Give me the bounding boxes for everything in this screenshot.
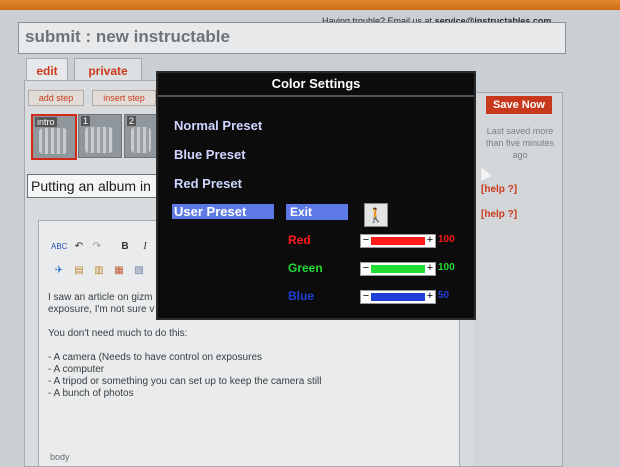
paste-word-icon[interactable]: ▥ — [91, 263, 107, 279]
spellcheck-icon[interactable]: ABC — [51, 239, 67, 255]
step-label: intro — [35, 117, 57, 127]
paste-text-icon[interactable]: ▦ — [111, 263, 127, 279]
editor-line: - A bunch of photos — [48, 388, 134, 399]
site-header-bar — [0, 0, 620, 10]
plus-icon[interactable]: + — [425, 263, 435, 275]
bold-icon[interactable]: B — [117, 239, 133, 255]
editor-line: - A camera (Needs to have control on exp… — [48, 352, 263, 363]
editor-body-label: body — [50, 452, 70, 462]
minus-icon[interactable]: − — [361, 263, 371, 275]
step-thumbnail-intro[interactable]: intro — [31, 114, 77, 160]
slider-fill-blue — [371, 293, 425, 301]
tab-edit[interactable]: edit — [26, 58, 68, 81]
channel-value-red: 100 — [438, 234, 455, 245]
help-link[interactable]: [help ?] — [481, 184, 517, 195]
exit-door-icon[interactable]: 🚶 — [364, 203, 388, 227]
exit-button[interactable]: Exit — [286, 204, 348, 220]
osd-title: Color Settings — [158, 73, 474, 97]
plus-icon[interactable]: + — [425, 291, 435, 303]
slider-blue[interactable]: − + — [360, 290, 436, 304]
hand-photo-icon — [85, 127, 113, 153]
channel-value-blue: 50 — [438, 290, 450, 301]
undo-icon[interactable]: ↶ — [71, 239, 87, 255]
page-title-box: submit : new instructable — [18, 22, 566, 54]
slider-fill-green — [371, 265, 425, 273]
preset-normal[interactable]: Normal Preset — [174, 118, 262, 133]
minus-icon[interactable]: − — [361, 235, 371, 247]
paste-icon[interactable]: ▤ — [71, 263, 87, 279]
minus-icon[interactable]: − — [361, 291, 371, 303]
color-settings-osd: Color Settings Normal Preset Blue Preset… — [156, 71, 476, 320]
hand-photo-icon — [131, 127, 151, 153]
plus-icon[interactable]: + — [425, 235, 435, 247]
step-label: 2 — [127, 116, 137, 126]
tab-private[interactable]: private — [74, 58, 142, 81]
preset-blue[interactable]: Blue Preset — [174, 147, 246, 162]
page-title: submit : new instructable — [25, 27, 230, 46]
step-thumbnail-2[interactable]: 2 — [124, 114, 158, 158]
channel-label-green: Green — [288, 261, 323, 275]
hand-photo-icon — [39, 128, 67, 154]
last-saved-status: Last saved more than five minutes ago — [485, 126, 555, 160]
table-icon[interactable]: ▧ — [131, 263, 147, 279]
slider-fill-red — [371, 237, 425, 245]
step-label: 1 — [81, 116, 91, 126]
channel-label-red: Red — [288, 233, 311, 247]
editor-line: - A computer — [48, 364, 105, 375]
slider-green[interactable]: − + — [360, 262, 436, 276]
preset-user[interactable]: User Preset — [172, 204, 274, 219]
step-title-value: Putting an album in — [31, 178, 151, 194]
slider-red[interactable]: − + — [360, 234, 436, 248]
italic-icon[interactable]: I — [137, 239, 153, 255]
insert-step-button[interactable]: insert step — [92, 90, 156, 106]
channel-value-green: 100 — [438, 262, 455, 273]
image-icon[interactable]: ✈ — [51, 263, 67, 279]
help-link[interactable]: [help ?] — [481, 209, 517, 220]
save-now-button[interactable]: Save Now — [486, 96, 552, 114]
step-title-input[interactable]: Putting an album in — [27, 174, 157, 198]
editor-line: You don't need much to do this: — [48, 328, 188, 339]
preset-red[interactable]: Red Preset — [174, 176, 242, 191]
redo-icon[interactable]: ↷ — [89, 239, 105, 255]
channel-label-blue: Blue — [288, 289, 315, 303]
editor-line: - A tripod or something you can set up t… — [48, 376, 322, 387]
step-thumbnail-1[interactable]: 1 — [78, 114, 122, 158]
add-step-button[interactable]: add step — [28, 90, 84, 106]
